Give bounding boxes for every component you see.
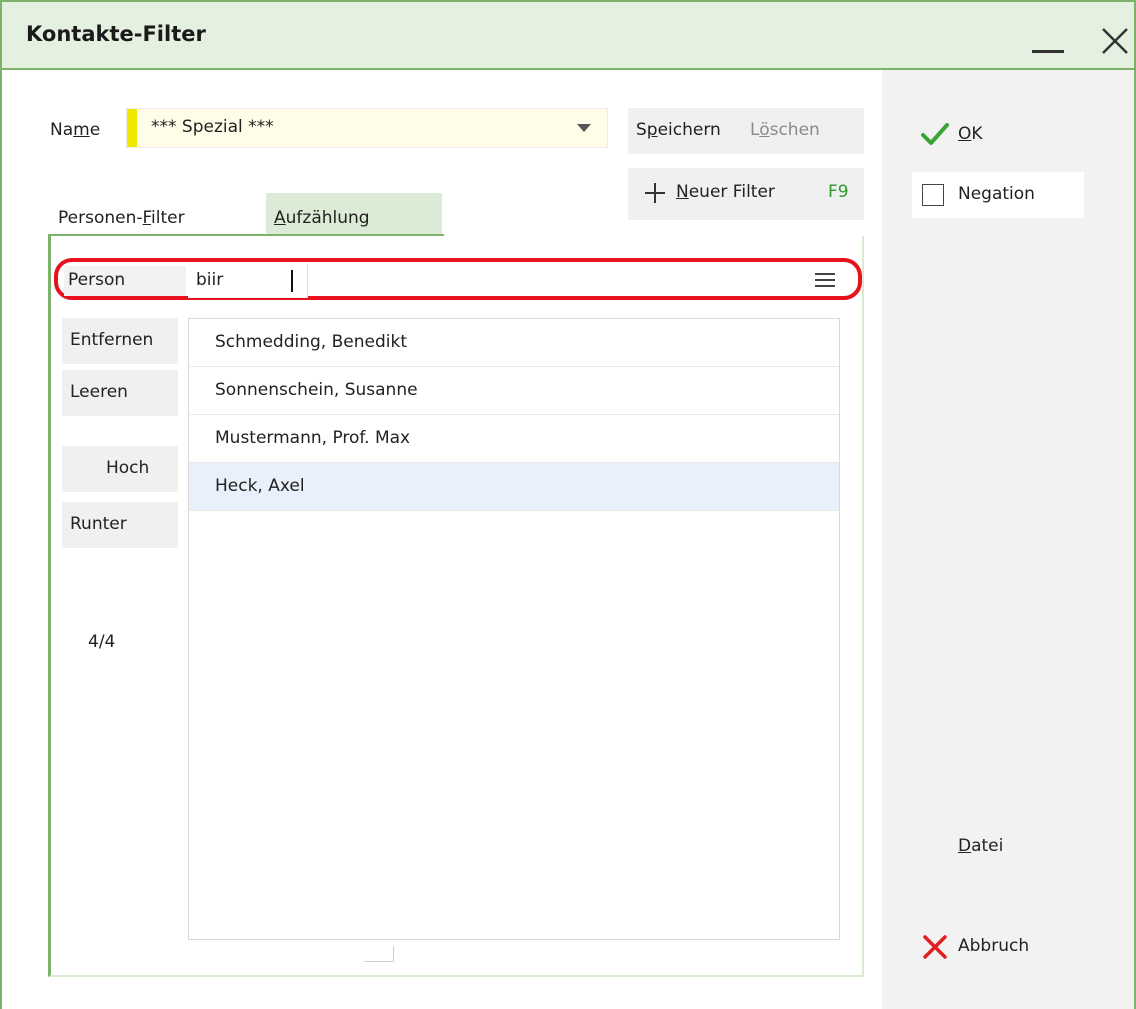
save-button[interactable]: Speichern — [636, 120, 721, 140]
clear-button-label: Leeren — [70, 382, 128, 402]
move-up-button-label: Hoch — [106, 458, 150, 478]
hamburger-menu-icon[interactable] — [814, 270, 836, 290]
move-up-button[interactable]: Hoch — [62, 446, 178, 492]
item-counter: 4/4 — [88, 632, 116, 652]
name-combobox[interactable]: *** Spezial *** — [126, 108, 608, 148]
file-button[interactable]: Datei — [958, 836, 1003, 856]
person-search-value: biir — [196, 270, 224, 290]
resize-grip[interactable] — [364, 946, 394, 962]
tab-aufzaehlung[interactable]: Aufzählung — [274, 208, 370, 228]
negation-checkbox-row[interactable]: Negation — [912, 172, 1084, 218]
move-down-button-label: Runter — [70, 514, 127, 534]
new-filter-label: Neuer Filter — [676, 182, 775, 202]
person-search-row: Person biir — [54, 258, 862, 300]
list-item[interactable]: Mustermann, Prof. Max — [189, 415, 839, 463]
window-title: Kontakte-Filter — [26, 22, 206, 46]
list-item[interactable]: Sonnenschein, Susanne — [189, 367, 839, 415]
cancel-button[interactable]: Abbruch — [958, 936, 1029, 956]
minimize-icon[interactable] — [1032, 50, 1064, 53]
chevron-down-icon[interactable] — [577, 124, 591, 132]
person-search-input[interactable]: biir — [188, 264, 308, 298]
text-cursor — [291, 270, 293, 292]
remove-button-label: Entfernen — [70, 330, 154, 350]
name-combobox-value: *** Spezial *** — [151, 117, 274, 137]
remove-button[interactable]: Entfernen — [62, 318, 178, 364]
title-bar: Kontakte-Filter — [2, 0, 1134, 70]
name-label: Name — [50, 120, 101, 140]
close-icon[interactable] — [1098, 24, 1132, 58]
negation-checkbox[interactable] — [922, 184, 944, 206]
ok-button[interactable]: OK — [958, 124, 983, 144]
plus-icon — [644, 182, 666, 204]
person-label: Person — [68, 270, 126, 290]
negation-label: Negation — [958, 184, 1035, 204]
list-item-selected[interactable]: Heck, Axel — [189, 463, 839, 511]
required-field-marker — [127, 109, 137, 147]
new-filter-shortcut: F9 — [828, 182, 849, 202]
clear-button[interactable]: Leeren — [62, 370, 178, 416]
tab-personen-filter[interactable]: Personen-Filter — [58, 208, 185, 228]
person-list[interactable]: Schmedding, Benedikt Sonnenschein, Susan… — [188, 318, 840, 940]
delete-button[interactable]: Löschen — [750, 120, 820, 140]
move-down-button[interactable]: Runter — [62, 502, 178, 548]
x-icon — [922, 934, 948, 960]
dialog-window: Kontakte-Filter Name *** Spezial *** Spe… — [0, 0, 1136, 1009]
list-item[interactable]: Schmedding, Benedikt — [189, 319, 839, 367]
checkmark-icon — [920, 122, 950, 146]
